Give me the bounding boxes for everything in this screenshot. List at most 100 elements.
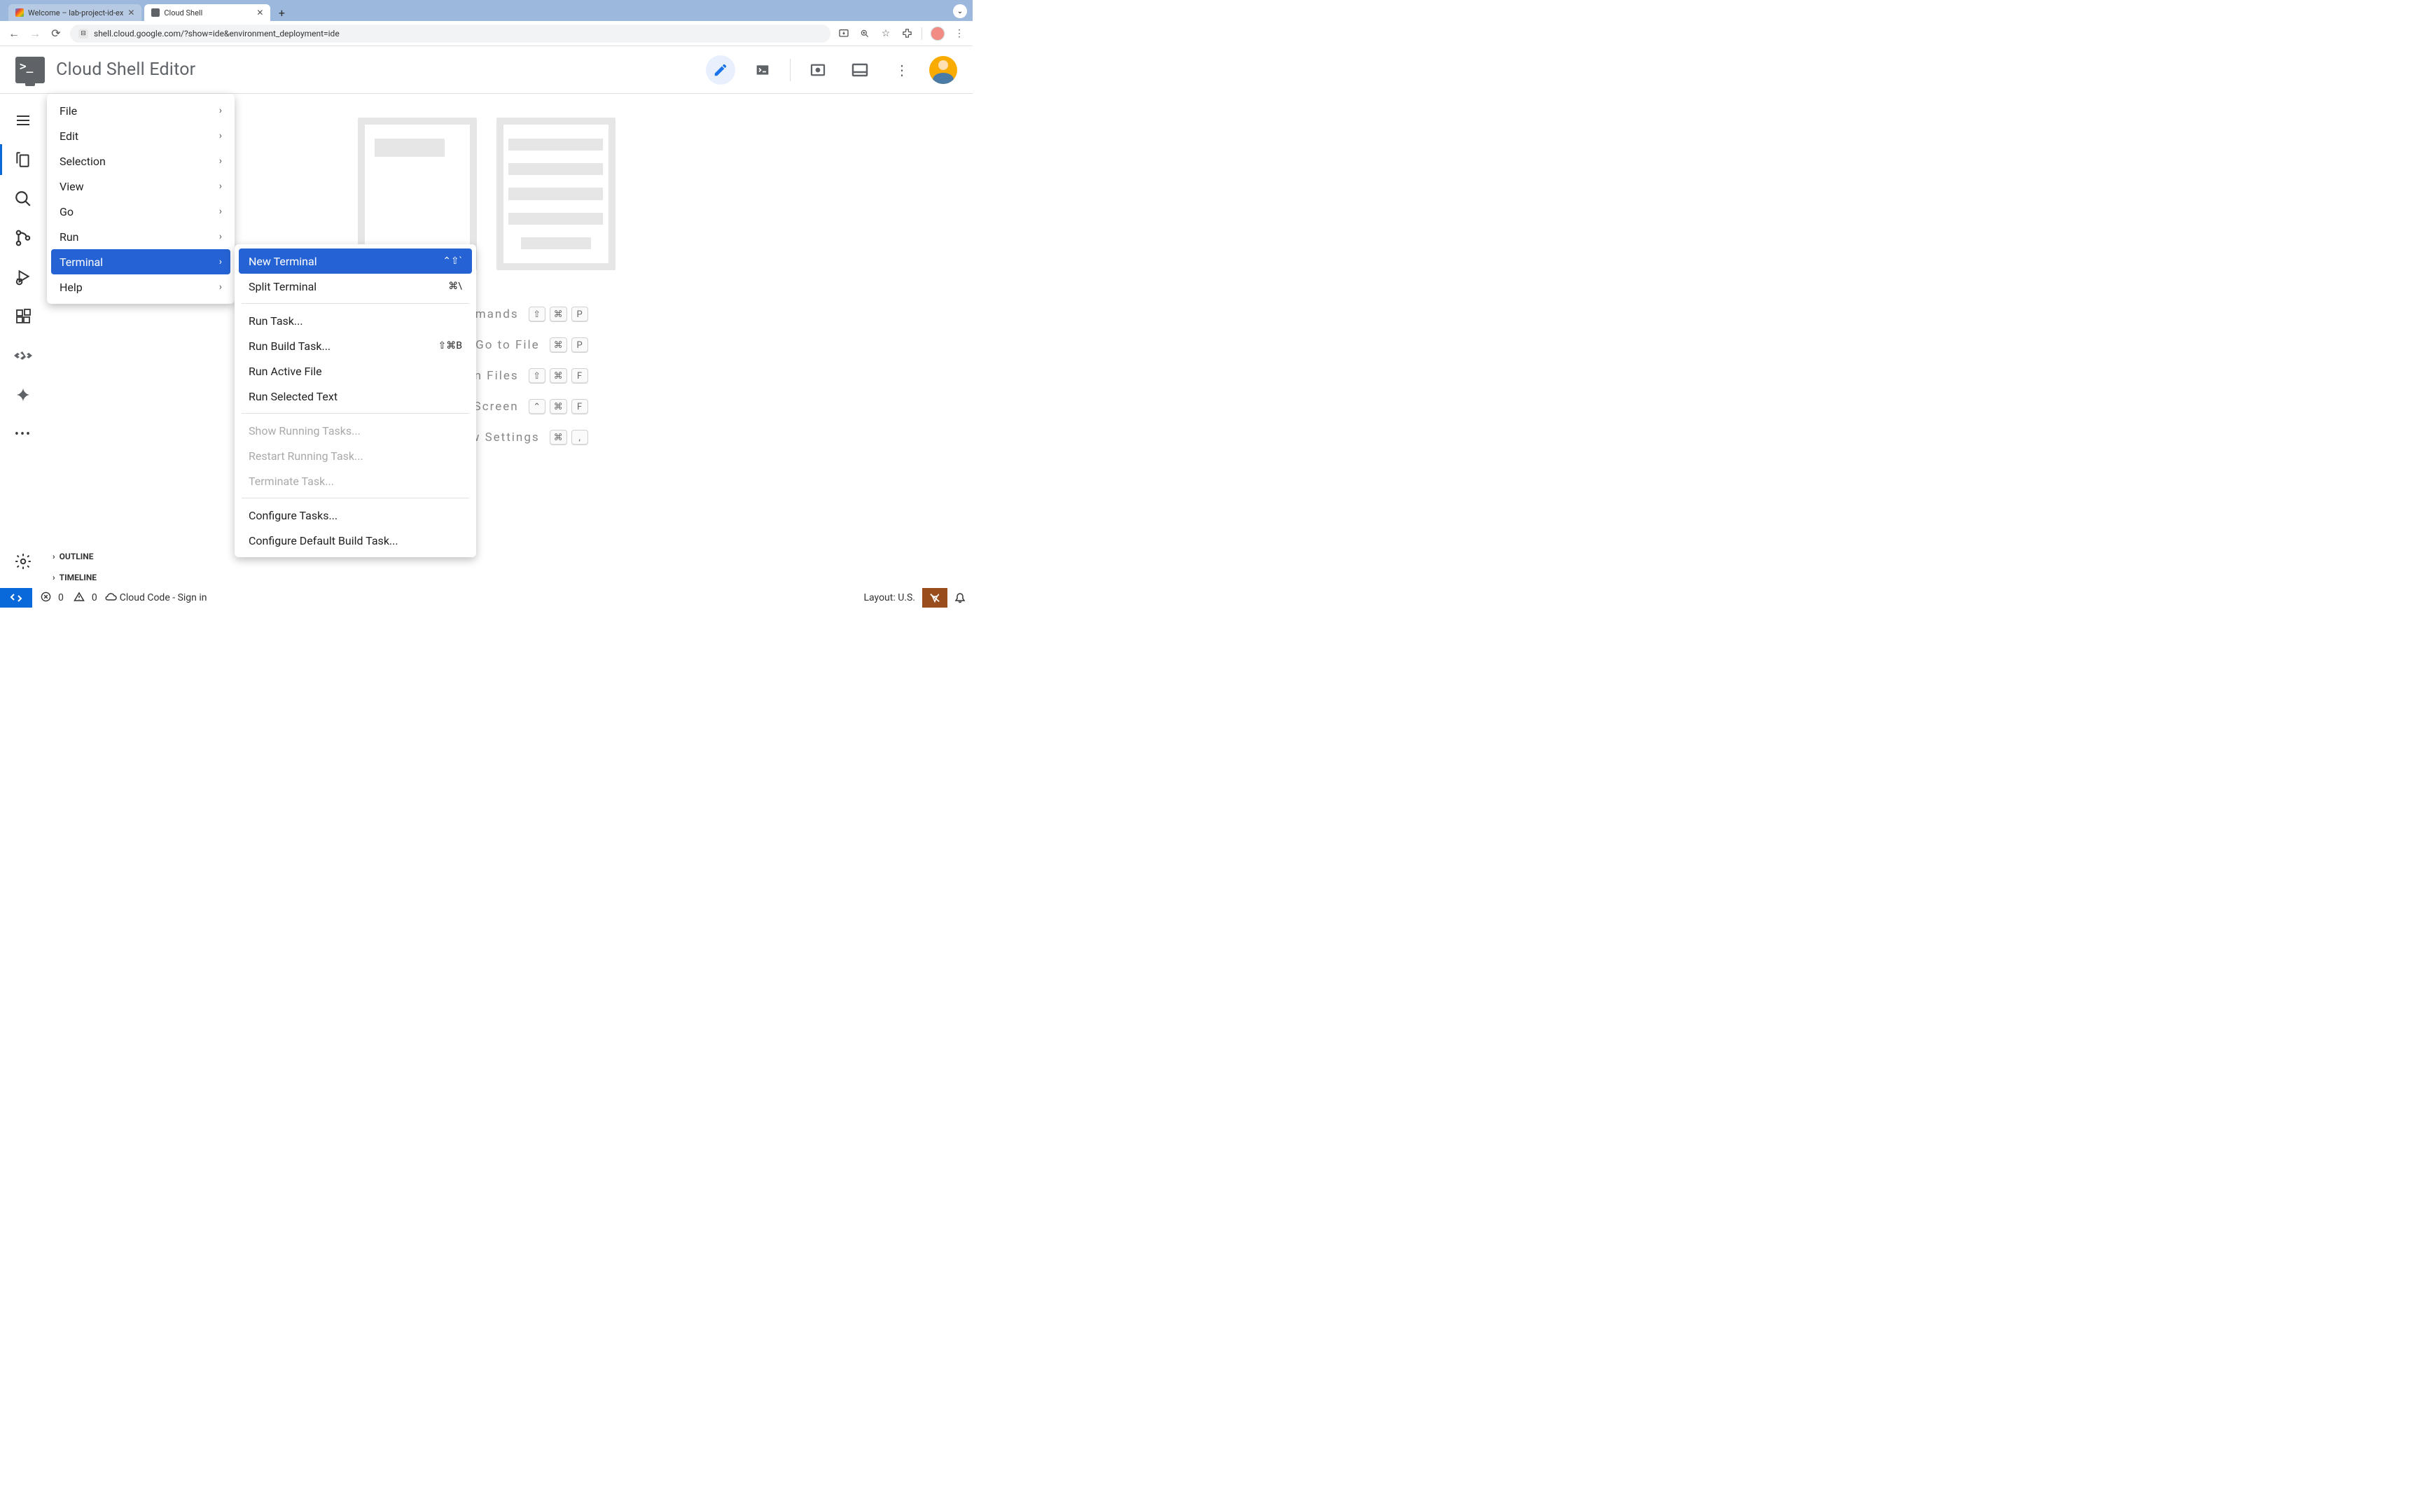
menu-file[interactable]: File› xyxy=(51,98,230,123)
menu-view[interactable]: View› xyxy=(51,174,230,199)
chevron-right-icon: › xyxy=(219,281,222,293)
key-cmd-icon: ⌘ xyxy=(550,430,567,445)
key-ctrl-icon: ⌃ xyxy=(529,399,545,414)
chevron-right-icon: › xyxy=(219,155,222,167)
key-p-icon: P xyxy=(571,337,588,353)
favicon-shell-icon xyxy=(151,8,160,17)
key-shift-icon: ⇧ xyxy=(529,368,545,384)
browser-tab-title: Welcome – lab-project-id-ex xyxy=(28,8,123,18)
browser-tab-strip: Welcome – lab-project-id-ex ✕ Cloud Shel… xyxy=(0,0,973,21)
tabs-dropdown-icon[interactable]: ⌄ xyxy=(953,4,967,18)
new-tab-button[interactable]: + xyxy=(273,4,290,21)
divider xyxy=(790,59,791,81)
layout-button[interactable] xyxy=(845,55,875,85)
page-title: Cloud Shell Editor xyxy=(56,59,195,80)
submenu-split-terminal[interactable]: Split Terminal⌘\ xyxy=(239,274,472,299)
cloud-shell-header: Cloud Shell Editor ⋮ xyxy=(0,46,973,94)
chevron-right-icon: › xyxy=(53,552,55,561)
status-bar: 0 0 Cloud Code - Sign in Layout: U.S. xyxy=(0,588,973,608)
menu-edit[interactable]: Edit› xyxy=(51,123,230,148)
submenu-show-running-tasks: Show Running Tasks... xyxy=(239,418,472,443)
submenu-run-active-file[interactable]: Run Active File xyxy=(239,358,472,384)
submenu-run-build-task[interactable]: Run Build Task...⇧⌘B xyxy=(239,333,472,358)
key-f-icon: F xyxy=(571,368,588,384)
chevron-right-icon: › xyxy=(53,573,55,582)
address-bar-actions: ☆ ⋮ xyxy=(837,27,966,41)
site-settings-icon[interactable]: ⊟ xyxy=(78,29,88,38)
extensions-icon[interactable] xyxy=(0,297,46,336)
run-debug-icon[interactable] xyxy=(0,258,46,297)
chevron-right-icon: › xyxy=(219,231,222,242)
outline-section-header[interactable]: › OUTLINE xyxy=(47,546,235,567)
profile-icon[interactable] xyxy=(931,27,945,41)
cloud-code-icon[interactable] xyxy=(0,336,46,375)
open-in-new-window-button[interactable] xyxy=(803,55,833,85)
cloud-icon xyxy=(104,592,117,604)
gemini-icon[interactable] xyxy=(0,375,46,414)
url-input[interactable]: ⊟ shell.cloud.google.com/?show=ide&envir… xyxy=(70,24,830,43)
timeline-section-header[interactable]: › TIMELINE xyxy=(47,567,235,588)
browser-tab-active[interactable]: Cloud Shell ✕ xyxy=(144,4,270,21)
editor-toggle-button[interactable] xyxy=(706,55,735,85)
address-bar: ← → ⟳ ⊟ shell.cloud.google.com/?show=ide… xyxy=(0,21,973,46)
menu-go[interactable]: Go› xyxy=(51,199,230,224)
close-icon[interactable]: ✕ xyxy=(127,8,134,18)
submenu-run-task[interactable]: Run Task... xyxy=(239,308,472,333)
key-cmd-icon: ⌘ xyxy=(550,368,567,384)
terminal-submenu: New Terminal⌃⇧` Split Terminal⌘\ Run Tas… xyxy=(235,244,476,557)
status-problems[interactable]: 0 0 xyxy=(32,588,97,608)
chevron-right-icon: › xyxy=(219,105,222,116)
explorer-icon[interactable] xyxy=(0,140,46,179)
error-icon xyxy=(41,592,51,605)
status-cloud-code[interactable]: Cloud Code - Sign in xyxy=(97,588,214,608)
key-p-icon: P xyxy=(571,307,588,322)
back-icon[interactable]: ← xyxy=(7,27,21,41)
submenu-run-selected-text[interactable]: Run Selected Text xyxy=(239,384,472,409)
menu-help[interactable]: Help› xyxy=(51,274,230,300)
activity-bar: ••• xyxy=(0,94,46,588)
chevron-right-icon: › xyxy=(219,206,222,217)
warning-icon xyxy=(74,592,85,605)
chevron-right-icon: › xyxy=(219,130,222,141)
status-layout[interactable]: Layout: U.S. xyxy=(857,588,923,608)
search-icon[interactable] xyxy=(0,179,46,218)
source-control-icon[interactable] xyxy=(0,218,46,258)
menu-separator xyxy=(242,413,469,414)
extensions-icon[interactable] xyxy=(900,27,913,40)
key-cmd-icon: ⌘ xyxy=(550,337,567,353)
terminal-toggle-button[interactable] xyxy=(748,55,777,85)
bookmark-icon[interactable]: ☆ xyxy=(879,27,892,40)
main-menu-dropdown: File› Edit› Selection› View› Go› Run› Te… xyxy=(47,94,235,304)
remote-indicator-icon[interactable] xyxy=(0,588,32,608)
zoom-icon[interactable] xyxy=(858,27,871,40)
avatar[interactable] xyxy=(929,56,957,84)
settings-gear-icon[interactable] xyxy=(0,542,46,581)
status-notifications-icon[interactable] xyxy=(947,588,973,608)
browser-tab[interactable]: Welcome – lab-project-id-ex ✕ xyxy=(8,4,141,21)
close-icon[interactable]: ✕ xyxy=(256,8,263,18)
submenu-configure-default-build-task[interactable]: Configure Default Build Task... xyxy=(239,528,472,553)
status-ports-icon[interactable] xyxy=(922,588,947,608)
forward-icon[interactable]: → xyxy=(28,27,42,41)
document-placeholder-icon xyxy=(496,118,616,270)
submenu-restart-running-task: Restart Running Task... xyxy=(239,443,472,468)
chrome-menu-icon[interactable]: ⋮ xyxy=(953,27,966,40)
more-icon[interactable]: ••• xyxy=(0,414,46,454)
chevron-right-icon: › xyxy=(219,181,222,192)
chevron-right-icon: › xyxy=(219,256,222,267)
submenu-configure-tasks[interactable]: Configure Tasks... xyxy=(239,503,472,528)
install-icon[interactable] xyxy=(837,27,850,40)
editor-area: ••• File› Edit› Selection› View› Go› Run… xyxy=(0,94,973,588)
browser-tab-title: Cloud Shell xyxy=(164,8,252,18)
key-comma-icon: , xyxy=(571,430,588,445)
menu-separator xyxy=(242,303,469,304)
url-text: shell.cloud.google.com/?show=ide&environ… xyxy=(94,29,340,38)
menu-toggle-button[interactable] xyxy=(0,101,46,140)
reload-icon[interactable]: ⟳ xyxy=(49,27,63,41)
menu-terminal[interactable]: Terminal› xyxy=(51,249,230,274)
menu-run[interactable]: Run› xyxy=(51,224,230,249)
submenu-new-terminal[interactable]: New Terminal⌃⇧` xyxy=(239,248,472,274)
menu-selection[interactable]: Selection› xyxy=(51,148,230,174)
cloud-shell-logo-icon xyxy=(15,57,45,83)
more-menu-button[interactable]: ⋮ xyxy=(887,55,917,85)
